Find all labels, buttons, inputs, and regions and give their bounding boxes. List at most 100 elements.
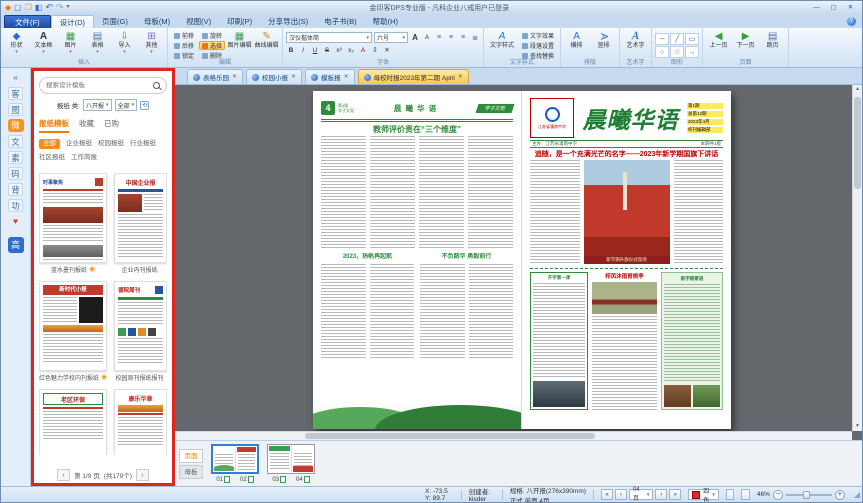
template-thumbnail[interactable]: 康乐华章 [114, 389, 167, 455]
curve-edit-button[interactable]: ✎曲线编辑 [254, 30, 279, 50]
scroll-up-icon[interactable]: ▲ [853, 85, 862, 94]
rotate-button[interactable]: 旋转 [199, 31, 225, 40]
template-card[interactable]: 新时代小报 红色魅力学校内刊报纸◉ [39, 281, 107, 383]
align-left-button[interactable]: ≡ [434, 33, 444, 43]
diagonal-shape-button[interactable]: ╱ [670, 33, 684, 45]
circle-shape-button[interactable]: ○ [655, 46, 669, 58]
vertical-scrollbar[interactable]: ▲ ▼ [852, 85, 862, 431]
upgrade-button[interactable]: 高 [8, 237, 24, 253]
line-spacing-button[interactable]: ⇕ [370, 45, 380, 55]
tab-design[interactable]: 设计(D) [51, 15, 94, 28]
template-card[interactable]: 中国企业报 企业内刊报纸 [114, 173, 167, 275]
save-icon[interactable]: ◧ [35, 2, 43, 13]
template-card[interactable]: 老区环保 [39, 389, 107, 455]
zoom-in-button[interactable]: + [835, 490, 845, 500]
tab-favorites[interactable]: 收藏 [79, 118, 94, 133]
color-mode-select[interactable]: 四色 ▾ [688, 489, 719, 500]
tab-page[interactable]: 页面(G) [94, 15, 136, 28]
import-button[interactable]: ⇩导入▾ [112, 30, 137, 55]
doc-tab[interactable]: 校园小报✕ [246, 69, 302, 84]
tab-help[interactable]: 帮助(H) [365, 15, 406, 28]
zoom-out-button[interactable]: − [773, 490, 783, 500]
close-tab-icon[interactable]: ✕ [344, 74, 349, 80]
italic-button[interactable]: I [298, 45, 308, 55]
chip-community[interactable]: 社区报纸 [39, 153, 65, 163]
sheet-thumbnail-selected[interactable] [211, 444, 259, 474]
refresh-icon[interactable]: ⟲ [140, 101, 149, 110]
newspaper-spread[interactable]: 4 第4版 学子文苑 晨 曦 华 语 学子文苑 教师评价贵在“三个维度” [313, 91, 731, 429]
last-page-button[interactable]: » [669, 489, 681, 500]
doc-tab[interactable]: 模板报✕ [305, 69, 355, 84]
text-tool-icon[interactable]: 文 [8, 135, 23, 148]
chip-briefing[interactable]: 工作简报 [71, 153, 97, 163]
background-icon[interactable]: 背 [8, 183, 23, 196]
close-tab-icon[interactable]: ✕ [291, 74, 296, 80]
underline-button[interactable]: U [310, 45, 320, 55]
resize-grip-icon[interactable]: ◢ [854, 490, 860, 499]
chip-industry[interactable]: 行业报纸 [130, 139, 156, 149]
tab-newspaper-templates[interactable]: 报纸模板 [39, 118, 69, 133]
bring-forward-button[interactable]: 前移 [171, 31, 197, 40]
template-thumbnail[interactable]: 德院周刊 [114, 281, 167, 371]
undo-icon[interactable]: ↶ [45, 2, 53, 13]
pager-next-button[interactable]: › [136, 469, 149, 481]
align-center-button[interactable]: ≡ [446, 33, 456, 43]
new-doc-icon[interactable]: ▢ [14, 2, 22, 13]
chip-all[interactable]: 全部 [39, 139, 60, 149]
material-icon[interactable]: 素 [8, 151, 23, 164]
horizontal-scrollbar[interactable] [175, 431, 852, 440]
first-page-button[interactable]: « [601, 489, 613, 500]
close-button[interactable]: ✕ [843, 3, 858, 13]
template-card[interactable]: 康乐华章 [114, 389, 167, 455]
pages-tab[interactable]: 页面 [179, 449, 203, 463]
design-canvas[interactable]: 4 第4版 学子文苑 晨 曦 华 语 学子文苑 教师评价贵在“三个维度” [175, 85, 862, 440]
help-icon[interactable]: ? [847, 17, 856, 26]
next-page-button[interactable]: ▶下一页 [733, 30, 758, 50]
tab-master[interactable]: 母板(M) [136, 15, 178, 28]
template-thumbnail[interactable]: 中国企业报 [114, 173, 167, 263]
paragraph-button[interactable]: 段落设置 [519, 41, 557, 50]
file-menu-button[interactable]: 文件(F) [4, 15, 51, 28]
maximize-button[interactable]: ▢ [826, 3, 841, 13]
redo-icon[interactable]: ↷ [56, 2, 64, 13]
template-card[interactable]: 时事聚焦 蓝水墨刊报纸◉ [39, 173, 107, 275]
vertical-text-button[interactable]: A竖排 [591, 30, 616, 50]
favorite-icon[interactable]: ♥ [8, 215, 24, 228]
goto-page-button[interactable]: ▤跳页 [760, 30, 785, 50]
sheet-thumbnail[interactable] [267, 444, 315, 474]
line-shape-button[interactable]: ─ [655, 33, 669, 45]
font-family-select[interactable]: 汉仪楷体简▾ [286, 32, 372, 43]
rect-shape-button[interactable]: ▭ [685, 33, 699, 45]
scroll-down-icon[interactable]: ▼ [853, 422, 862, 431]
template-thumbnail[interactable]: 时事聚焦 [39, 173, 107, 263]
doc-tab[interactable]: 表格乐园✕ [187, 69, 243, 84]
insert-image-button[interactable]: ▦图片▾ [58, 30, 83, 55]
doc-tab-active[interactable]: 母校时报2023年第二期 April✕ [358, 69, 469, 84]
gallery-icon[interactable]: 图 [8, 103, 23, 116]
select-tool-button[interactable]: 选择 [199, 41, 225, 50]
tab-view[interactable]: 视图(V) [178, 15, 219, 28]
star-shape-button[interactable]: ☆ [670, 46, 684, 58]
single-page-view-button[interactable] [726, 489, 735, 500]
superscript-button[interactable]: x² [334, 45, 344, 55]
page-label[interactable]: 04 [296, 476, 310, 483]
chip-campus[interactable]: 校园报纸 [98, 139, 124, 149]
template-thumbnail[interactable]: 老区环保 [39, 389, 107, 455]
chip-enterprise[interactable]: 企业报纸 [66, 139, 92, 149]
strikethrough-button[interactable]: S [322, 45, 332, 55]
next-page-button[interactable]: › [655, 489, 667, 500]
wechat-icon[interactable]: 微 [8, 119, 24, 132]
qrcode-icon[interactable]: 码 [8, 167, 23, 180]
insert-textbox-button[interactable]: A文本框▾ [31, 30, 56, 55]
justify-button[interactable]: ≣ [470, 33, 480, 43]
prev-page-button[interactable]: ◀上一页 [706, 30, 731, 50]
horizontal-scroll-thumb[interactable] [305, 433, 595, 439]
prev-page-button[interactable]: ‹ [615, 489, 627, 500]
paper-size-select[interactable]: 八开报▾ [83, 99, 112, 111]
tab-purchased[interactable]: 已购 [104, 118, 119, 133]
bold-button[interactable]: B [286, 45, 296, 55]
newspaper-page-4[interactable]: 4 第4版 学子文苑 晨 曦 华 语 学子文苑 教师评价贵在“三个维度” [313, 91, 522, 429]
page-label[interactable]: 02 [240, 476, 254, 483]
zoom-slider-knob[interactable] [803, 491, 810, 499]
minimize-button[interactable]: — [809, 3, 824, 13]
